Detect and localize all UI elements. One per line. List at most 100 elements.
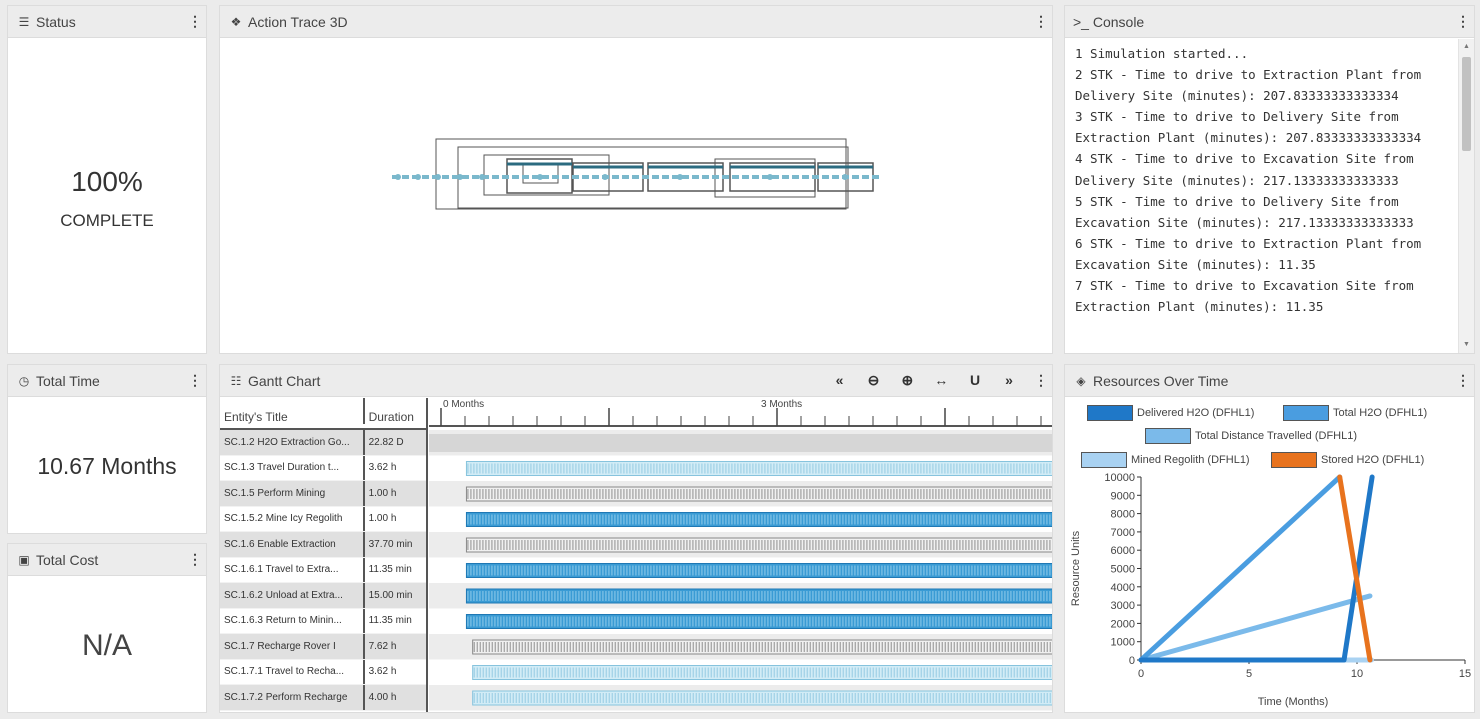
gantt-table-header: Entity's Title Duration xyxy=(220,398,426,430)
action-trace-diagram[interactable] xyxy=(220,39,1052,354)
gantt-menu-button[interactable]: ⋮ xyxy=(1034,372,1048,389)
legend-item[interactable]: Total H2O (DFHL1) xyxy=(1283,405,1427,421)
console-title: >_ Console xyxy=(1073,13,1145,30)
legend-label: Total H2O (DFHL1) xyxy=(1333,407,1428,419)
gantt-row-title: SC.1.6.3 Return to Minin... xyxy=(224,615,342,627)
legend-label: Total Distance Travelled (DFHL1) xyxy=(1195,430,1358,442)
status-title: Status xyxy=(36,13,76,30)
status-menu-button[interactable]: ⋮ xyxy=(188,13,202,30)
gantt-bar[interactable] xyxy=(429,434,1053,452)
action-trace-header: ❖ Action Trace 3D ⋮ xyxy=(220,6,1052,38)
resources-title: Resources Over Time xyxy=(1093,372,1229,389)
gantt-bar[interactable] xyxy=(465,563,1053,578)
resources-menu-button[interactable]: ⋮ xyxy=(1456,372,1470,389)
gantt-bar-hatch xyxy=(467,565,1051,576)
gantt-row-title: SC.1.7 Recharge Rover I xyxy=(224,640,336,652)
legend-label: Stored H2O (DFHL1) xyxy=(1321,454,1425,466)
gantt-bar[interactable] xyxy=(465,486,1053,502)
series-line[interactable] xyxy=(1138,474,1375,663)
console-line: 4 STK - Time to drive to Excavation Site… xyxy=(1075,151,1422,188)
gantt-bar[interactable] xyxy=(465,588,1053,604)
legend-swatch xyxy=(1283,405,1329,421)
scroll-down-icon[interactable]: ▼ xyxy=(1459,339,1474,351)
gantt-row-duration: 3.62 h xyxy=(362,455,426,480)
total-time-header: ◷ Total Time ⋮ xyxy=(8,365,206,397)
gantt-bar[interactable] xyxy=(465,512,1053,527)
gantt-row[interactable]: SC.1.6.1 Travel to Extra... 11.35 min xyxy=(220,557,426,583)
resources-chart[interactable]: 0100020003000400050006000700080009000100… xyxy=(1065,472,1474,712)
legend-item[interactable]: Mined Regolith (DFHL1) xyxy=(1081,452,1250,468)
gantt-bar[interactable] xyxy=(465,614,1053,629)
y-tick-label: 7000 xyxy=(1111,527,1135,539)
gantt-row[interactable]: SC.1.5.2 Mine Icy Regolith 1.00 h xyxy=(220,506,426,532)
gantt-row[interactable]: SC.1.2 H2O Extraction Go... 22.82 D xyxy=(220,430,426,456)
gantt-row[interactable]: SC.1.3 Travel Duration t... 3.62 h xyxy=(220,455,426,481)
y-tick-label: 2000 xyxy=(1111,618,1135,630)
gantt-bar[interactable] xyxy=(465,461,1053,476)
list-icon: ☰ xyxy=(18,14,30,29)
total-cost-menu-button[interactable]: ⋮ xyxy=(188,551,202,568)
legend-label: Mined Regolith (DFHL1) xyxy=(1131,454,1250,466)
console-line: 2 STK - Time to drive to Extraction Plan… xyxy=(1075,67,1429,104)
total-time-title: Total Time xyxy=(36,372,100,389)
y-axis-label: Resource Units xyxy=(1070,530,1082,606)
total-cost-title: Total Cost xyxy=(36,551,99,568)
magnet-icon[interactable]: U xyxy=(960,372,990,388)
gantt-row[interactable]: SC.1.7.1 Travel to Recha... 3.62 h xyxy=(220,659,426,685)
zoom-in-icon[interactable]: ⊕ xyxy=(892,372,922,389)
gantt-row-title: SC.1.3 Travel Duration t... xyxy=(224,462,340,474)
entity-title-column-header[interactable]: Entity's Title xyxy=(220,410,363,424)
status-panel: ☰ Status ⋮ 100% COMPLETE xyxy=(7,5,207,354)
gantt-row-title: SC.1.7.1 Travel to Recha... xyxy=(224,666,345,678)
gantt-row-duration: 37.70 min xyxy=(362,532,426,557)
legend-label: Delivered H2O (DFHL1) xyxy=(1137,407,1255,419)
gantt-row-duration: 11.35 min xyxy=(362,608,426,633)
gantt-bar[interactable] xyxy=(465,537,1053,553)
gantt-bar-hatch xyxy=(467,514,1051,525)
gantt-row[interactable]: SC.1.7.2 Perform Recharge 4.00 h xyxy=(220,685,426,711)
action-trace-menu-button[interactable]: ⋮ xyxy=(1034,13,1048,30)
gantt-header: ☷ Gantt Chart « ⊖ ⊕ ↔ U » ⋮ xyxy=(220,365,1052,397)
gantt-row-title: SC.1.5 Perform Mining xyxy=(224,487,326,499)
console-scroll-thumb[interactable] xyxy=(1462,57,1471,151)
total-time-menu-button[interactable]: ⋮ xyxy=(188,372,202,389)
scroll-up-icon[interactable]: ▲ xyxy=(1459,41,1474,53)
gantt-row[interactable]: SC.1.6.3 Return to Minin... 11.35 min xyxy=(220,608,426,634)
y-tick-label: 6000 xyxy=(1111,545,1135,557)
gantt-row[interactable]: SC.1.7 Recharge Rover I 7.62 h xyxy=(220,634,426,660)
gantt-bar-hatch xyxy=(467,463,1051,474)
x-tick-label: 5 xyxy=(1246,668,1252,680)
legend-item[interactable]: Stored H2O (DFHL1) xyxy=(1271,452,1424,468)
gantt-bar-hatch xyxy=(467,616,1051,627)
fit-width-icon[interactable]: ↔ xyxy=(926,372,956,388)
gantt-timeline[interactable]: 0 Months 3 Months xyxy=(429,398,1053,713)
duration-column-header[interactable]: Duration xyxy=(362,398,426,424)
legend-item[interactable]: Delivered H2O (DFHL1) xyxy=(1087,405,1254,421)
console-menu-button[interactable]: ⋮ xyxy=(1456,13,1470,30)
legend-swatch xyxy=(1081,452,1127,468)
gantt-row[interactable]: SC.1.6.2 Unload at Extra... 15.00 min xyxy=(220,583,426,609)
legend-swatch xyxy=(1145,428,1191,444)
gantt-toolbar: « ⊖ ⊕ ↔ U » xyxy=(825,372,1024,389)
gantt-bar-hatch xyxy=(467,591,1051,601)
zoom-out-icon[interactable]: ⊖ xyxy=(858,372,888,389)
console-line: 5 STK - Time to drive to Delivery Site f… xyxy=(1075,193,1414,230)
x-axis-label: Time (Months) xyxy=(1258,696,1329,708)
gantt-row[interactable]: SC.1.5 Perform Mining 1.00 h xyxy=(220,481,426,507)
gantt-row-duration: 3.62 h xyxy=(362,659,426,684)
total-time-value: 10.67 Months xyxy=(37,453,177,479)
scroll-right-icon[interactable]: » xyxy=(994,372,1024,388)
total-time-panel: ◷ Total Time ⋮ 10.67 Months xyxy=(7,364,207,534)
gantt-row-duration: 4.00 h xyxy=(362,685,426,710)
scroll-left-icon[interactable]: « xyxy=(825,372,855,388)
legend-item[interactable]: Total Distance Travelled (DFHL1) xyxy=(1145,428,1357,444)
y-tick-label: 3000 xyxy=(1111,600,1135,612)
gantt-icon: ☷ xyxy=(230,373,242,388)
clock-icon: ◷ xyxy=(18,373,30,388)
console-scrollbar[interactable]: ▲ ▼ xyxy=(1458,39,1474,353)
y-tick-label: 0 xyxy=(1129,655,1135,667)
console-line: 1 Simulation started... xyxy=(1075,46,1249,61)
console-output: 1 Simulation started... 2 STK - Time to d… xyxy=(1065,39,1458,353)
gantt-row[interactable]: SC.1.6 Enable Extraction 37.70 min xyxy=(220,532,426,558)
total-cost-value: N/A xyxy=(81,629,132,662)
